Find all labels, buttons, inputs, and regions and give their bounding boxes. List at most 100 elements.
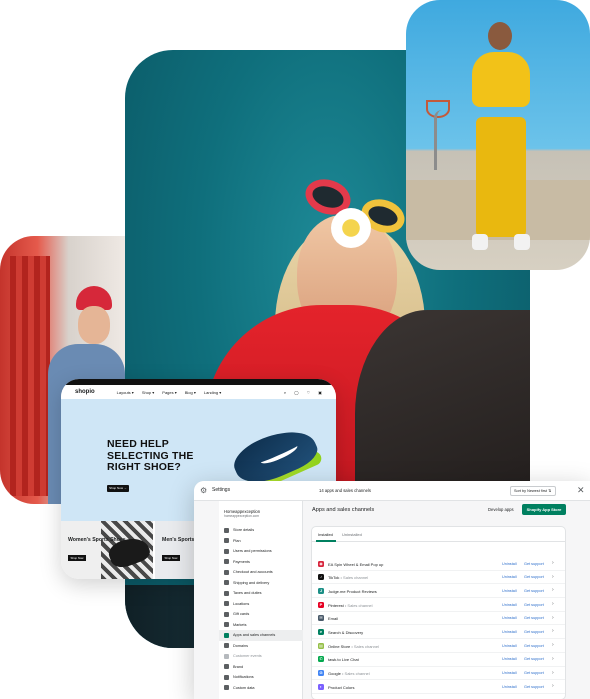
- sidebar-item-label: Checkout and accounts: [233, 570, 273, 575]
- close-icon[interactable]: ✕: [577, 484, 585, 496]
- sidebar-item-checkout-and-accounts[interactable]: Checkout and accounts: [219, 567, 303, 578]
- sidebar-item-label: Custom data: [233, 685, 255, 690]
- sidebar-item-locations[interactable]: Locations: [219, 599, 303, 610]
- app-name-text: tawk.to Live Chat: [328, 657, 359, 663]
- uninstall-link[interactable]: Uninstall: [502, 603, 517, 607]
- store-logo[interactable]: shopio: [75, 389, 95, 395]
- app-row[interactable]: ◐ Product Colors Uninstall Get support ›: [312, 680, 565, 694]
- uninstall-link[interactable]: Uninstall: [502, 575, 517, 579]
- sort-select[interactable]: Sort by Newest first ⇅: [510, 486, 556, 496]
- get-support-link[interactable]: Get support: [524, 644, 544, 648]
- sidebar-item-payments[interactable]: Payments: [219, 557, 303, 568]
- app-name-text: EA Spin Wheel & Email Pop up: [328, 561, 384, 567]
- hero-shop-now-button[interactable]: Shop Now →: [107, 485, 129, 492]
- yellow-hoodie: [472, 52, 530, 107]
- nav-item-pages[interactable]: Pages ▾: [162, 390, 176, 395]
- nav-item-shop[interactable]: Shop ▾: [142, 390, 154, 395]
- app-name-text: TikTok: [328, 575, 340, 581]
- sidebar-item-plan[interactable]: Plan: [219, 536, 303, 547]
- chevron-right-icon[interactable]: ›: [552, 642, 554, 648]
- app-logo-icon: ▤: [318, 642, 324, 649]
- sidebar-item-custom-data[interactable]: Custom data: [219, 683, 303, 694]
- sidebar-item-icon: [224, 559, 229, 565]
- chevron-right-icon[interactable]: ›: [552, 587, 554, 593]
- sidebar-item-apps-and-sales-channels[interactable]: Apps and sales channels: [219, 630, 303, 641]
- sidebar-item-markets[interactable]: Markets: [219, 620, 303, 631]
- get-support-link[interactable]: Get support: [524, 616, 544, 620]
- get-support-link[interactable]: Get support: [524, 685, 544, 689]
- get-support-link[interactable]: Get support: [524, 630, 544, 634]
- sidebar-item-label: Gift cards: [233, 612, 250, 617]
- sidebar-item-gift-cards[interactable]: Gift cards: [219, 609, 303, 620]
- uninstall-link[interactable]: Uninstall: [502, 657, 517, 661]
- app-logo-icon: P: [318, 601, 324, 608]
- sidebar-item-icon: [224, 548, 229, 554]
- account-icon[interactable]: ◯: [294, 390, 298, 395]
- get-support-link[interactable]: Get support: [524, 671, 544, 675]
- sidebar-item-users-and-permissions[interactable]: Users and permissions: [219, 546, 303, 557]
- category-shop-now-button[interactable]: Shop Now: [162, 555, 180, 561]
- sidebar-item-store-details[interactable]: Store details: [219, 525, 303, 536]
- chevron-right-icon[interactable]: ›: [552, 601, 554, 607]
- sidebar-item-notifications[interactable]: Notifications: [219, 672, 303, 683]
- get-support-link[interactable]: Get support: [524, 657, 544, 661]
- tab-installed[interactable]: Installed: [318, 532, 333, 537]
- apps-count: 14 apps and sales channels: [319, 488, 371, 493]
- app-name: Email: [328, 616, 338, 621]
- app-row[interactable]: P Pinterest • Sales channel Uninstall Get s…: [312, 598, 565, 612]
- active-tab-indicator: [316, 540, 336, 542]
- sidebar-item-icon: [224, 590, 229, 596]
- sidebar-item-icon: [224, 569, 229, 575]
- tab-uninstalled[interactable]: Uninstalled: [342, 532, 362, 537]
- app-row[interactable]: ✆ tawk.to Live Chat Uninstall Get support ›: [312, 653, 565, 667]
- chevron-right-icon[interactable]: ›: [552, 574, 554, 580]
- app-row[interactable]: ✉ Email Uninstall Get support ›: [312, 612, 565, 626]
- uninstall-link[interactable]: Uninstall: [502, 671, 517, 675]
- uninstall-link[interactable]: Uninstall: [502, 630, 517, 634]
- develop-apps-button[interactable]: Develop apps: [488, 507, 514, 512]
- chevron-right-icon[interactable]: ›: [552, 560, 554, 566]
- cart-icon[interactable]: ▣: [318, 390, 322, 395]
- app-name-text: Online Store: [328, 643, 351, 649]
- page-title: Apps and sales channels: [312, 507, 375, 513]
- sidebar-item-domains[interactable]: Domains: [219, 641, 303, 652]
- app-row[interactable]: ◉ EA Spin Wheel & Email Pop up Uninstall Ge…: [312, 557, 565, 571]
- category-shop-now-button[interactable]: Shop Now: [68, 555, 86, 561]
- get-support-link[interactable]: Get support: [524, 603, 544, 607]
- app-logo-icon: G: [318, 670, 324, 676]
- sidebar-item-brand[interactable]: Brand: [219, 662, 303, 673]
- chevron-right-icon[interactable]: ›: [552, 670, 554, 676]
- nav-item-blog[interactable]: Blog ▾: [185, 390, 196, 395]
- nav-item-layouts[interactable]: Layouts ▾: [117, 390, 134, 395]
- app-logo-icon: ◐: [318, 683, 324, 690]
- nav-item-landing[interactable]: Landing ▾: [204, 390, 221, 395]
- wishlist-icon[interactable]: ♡: [307, 390, 311, 395]
- get-support-link[interactable]: Get support: [524, 575, 544, 579]
- sidebar-item-customer-events: Customer events: [219, 651, 303, 662]
- uninstall-link[interactable]: Uninstall: [502, 562, 517, 566]
- app-logo-icon: J: [318, 587, 324, 594]
- chevron-right-icon[interactable]: ›: [552, 683, 554, 689]
- chevron-right-icon[interactable]: ›: [552, 615, 554, 621]
- uninstall-link[interactable]: Uninstall: [502, 616, 517, 620]
- sidebar-item-shipping-and-delivery[interactable]: Shipping and delivery: [219, 578, 303, 589]
- category-card-womens[interactable]: Women's Sports Shoes Shop Now: [61, 521, 153, 579]
- uninstall-link[interactable]: Uninstall: [502, 589, 517, 593]
- app-row[interactable]: ▤ Online Store • Sales channel Uninstall Ge…: [312, 639, 565, 653]
- app-row[interactable]: ♪ TikTok • Sales channel Uninstall Get supp…: [312, 571, 565, 585]
- app-row[interactable]: ⌕ Search & Discovery Uninstall Get support ›: [312, 625, 565, 640]
- get-support-link[interactable]: Get support: [524, 589, 544, 593]
- uninstall-link[interactable]: Uninstall: [502, 644, 517, 648]
- shopify-app-store-button[interactable]: Shopify App Store: [522, 504, 566, 515]
- chevron-right-icon[interactable]: ›: [552, 656, 554, 662]
- app-name-text: Product Colors: [328, 684, 355, 690]
- sidebar-item-taxes-and-duties[interactable]: Taxes and duties: [219, 588, 303, 599]
- app-row[interactable]: J Judge.me Product Reviews Uninstall Get su…: [312, 584, 565, 599]
- sidebar-item-label: Brand: [233, 664, 244, 669]
- uninstall-link[interactable]: Uninstall: [502, 685, 517, 689]
- app-row[interactable]: G Google • Sales channel Uninstall Get supp…: [312, 667, 565, 681]
- get-support-link[interactable]: Get support: [524, 562, 544, 566]
- search-icon[interactable]: ⌕: [284, 390, 286, 395]
- app-name: Online Store • Sales channel: [328, 644, 379, 649]
- chevron-right-icon[interactable]: ›: [552, 628, 554, 634]
